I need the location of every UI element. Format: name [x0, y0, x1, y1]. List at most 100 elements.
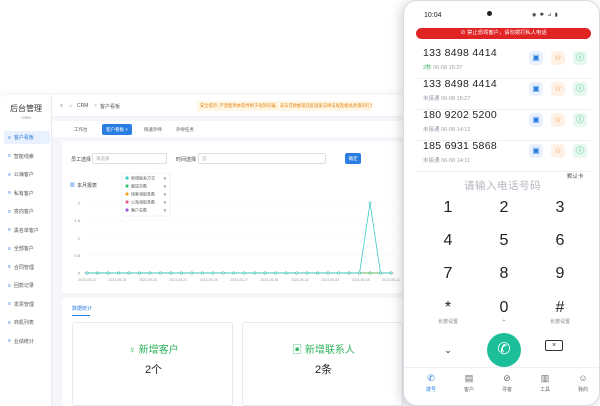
menu-icon: ≡	[8, 208, 11, 215]
home-icon[interactable]: ⌂	[69, 103, 72, 109]
dial-key[interactable]: 7	[428, 265, 468, 284]
time-label: 时间选择	[176, 157, 197, 163]
dial-key[interactable]: 3	[540, 199, 580, 218]
sidebar-item[interactable]: ≡ 客户看板	[4, 131, 50, 144]
dial-key[interactable]: * 长按设置	[428, 299, 468, 325]
data-point	[337, 271, 340, 275]
sms-icon[interactable]: ▣	[529, 113, 543, 127]
confirm-button[interactable]: 确定	[345, 153, 361, 164]
dial-key[interactable]: 5	[484, 232, 524, 251]
data-point	[169, 271, 173, 275]
call-button[interactable]: ✆	[487, 333, 521, 367]
legend-marker	[125, 192, 129, 196]
sidebar-item-label: 全部客户	[13, 246, 34, 252]
call-meta: 2秒 06-08 15:27	[423, 63, 462, 71]
sidebar-item[interactable]: ≡ 合同管理	[4, 261, 50, 274]
y-tick-label: 0	[78, 271, 81, 276]
stats-title: 数据统计	[72, 306, 93, 312]
info-icon[interactable]: ⓘ	[573, 82, 587, 96]
sidebar-item-label: 私有客户	[13, 190, 34, 197]
breadcrumb-separator: >	[94, 103, 97, 109]
data-point	[138, 271, 141, 275]
data-point	[127, 271, 131, 275]
dial-key[interactable]: 2	[484, 199, 524, 218]
menu-toggle-icon[interactable]: ≡	[60, 103, 63, 109]
legend-marker	[125, 176, 129, 180]
info-icon[interactable]: ⓘ	[573, 51, 587, 65]
dial-key-digit: 0	[499, 299, 509, 316]
dial-key-digit: #	[555, 299, 565, 316]
sidebar-item[interactable]: ≡ 意向客户	[4, 205, 50, 218]
sms-icon[interactable]: ▣	[529, 82, 543, 96]
data-point	[368, 271, 372, 275]
call-number: 180 9202 5200	[423, 109, 497, 121]
call-log-item[interactable]: 185 6931 5868 未接通 06-08 14:11 ▣ ☆ ⓘ	[416, 134, 591, 172]
bottom-nav-item[interactable]: ▥ 工具	[530, 373, 560, 393]
breadcrumb-crm[interactable]: CRM	[77, 103, 88, 109]
call-meta: 未接通 06-08 14:11	[423, 156, 470, 164]
info-icon[interactable]: ⓘ	[573, 113, 587, 127]
data-point	[242, 271, 246, 275]
dial-key-sub: +	[502, 318, 506, 324]
sidebar-item[interactable]: ≡ 黑名单客户	[4, 224, 50, 237]
sms-icon[interactable]: ▣	[529, 51, 543, 65]
staff-select[interactable]: 请选择	[92, 153, 167, 164]
warning-icon: ⊘	[460, 30, 466, 36]
sidebar-item[interactable]: ≡ 回款记录	[4, 279, 50, 292]
dial-key[interactable]: 0 +	[484, 299, 524, 324]
data-point	[389, 271, 393, 275]
tab-call-tasks[interactable]: 外呼任务	[172, 124, 198, 135]
bottom-nav-item[interactable]: ☺ 我的	[568, 373, 598, 393]
nav-icon: ✆	[427, 373, 435, 383]
sidebar-item[interactable]: ≡ 发票管理	[4, 298, 50, 311]
breadcrumb-current: 客户看板	[100, 104, 121, 110]
legend-label: 客户总数	[131, 207, 147, 213]
new-contacts-value: 2条	[314, 364, 333, 376]
menu-icon: ≡	[8, 319, 11, 326]
data-point	[221, 271, 225, 275]
dial-key[interactable]: 6	[540, 232, 580, 251]
menu-icon: ≡	[8, 171, 11, 178]
sidebar-item[interactable]: ≡ 业绩统计	[4, 335, 50, 348]
dial-key[interactable]: 9	[540, 265, 580, 284]
dial-key[interactable]: 1	[428, 199, 468, 218]
sidebar-item[interactable]: ≡ 私有客户	[4, 187, 50, 200]
menu-icon: ≡	[8, 245, 11, 252]
sidebar-item[interactable]: ≡ 全部客户	[4, 242, 50, 255]
call-date: 06-08 15:27	[441, 96, 471, 102]
status-time: 10:04	[424, 12, 442, 19]
sidebar-item[interactable]: ≡ 商机列表	[4, 316, 50, 329]
bottom-nav-item[interactable]: ⊘ 寻客	[492, 373, 522, 393]
sms-icon[interactable]: ▣	[529, 144, 543, 158]
favorite-star-icon[interactable]: ☆	[551, 144, 565, 158]
phone-number-input[interactable]: 请输入电话号码	[404, 178, 599, 193]
new-contacts-label: 新增联系人	[304, 345, 355, 356]
favorite-star-icon[interactable]: ☆	[551, 51, 565, 65]
time-range-picker[interactable]: 选	[198, 153, 326, 164]
info-icon[interactable]: ⓘ	[573, 144, 587, 158]
dial-key[interactable]: 8	[484, 265, 524, 284]
x-tick-label: 2023-06-05	[321, 278, 339, 282]
call-date: 06-08 14:13	[441, 127, 471, 133]
data-point	[200, 271, 204, 275]
bottom-nav-item[interactable]: ▤ 客户	[454, 373, 484, 393]
tab-quick-call[interactable]: 快速外呼	[140, 124, 166, 135]
tab-workbench[interactable]: 工作台	[70, 124, 92, 135]
dial-key-digit: 9	[555, 265, 565, 282]
favorite-star-icon[interactable]: ☆	[551, 113, 565, 127]
dial-key[interactable]: 4	[428, 232, 468, 251]
call-status: 未接通	[423, 127, 440, 133]
sidebar-item-label: 公海客户	[13, 172, 34, 178]
dial-key[interactable]: # 长按设置	[540, 299, 580, 325]
data-point	[295, 271, 299, 275]
menu-icon: ≡	[8, 301, 11, 307]
sidebar-item[interactable]: ≡ 公海客户	[4, 168, 50, 181]
menu-icon: ≡	[8, 264, 11, 270]
call-meta: 未接通 06-08 15:27	[423, 94, 470, 102]
favorite-star-icon[interactable]: ☆	[551, 82, 565, 96]
bottom-nav-item[interactable]: ✆ 拨号	[416, 373, 446, 393]
backspace-icon[interactable]: ×	[545, 340, 563, 351]
tab-customer-board[interactable]: 客户看板 ×	[102, 124, 132, 135]
collapse-keypad-icon[interactable]: ⌄	[431, 337, 465, 363]
sidebar-item[interactable]: ≡ 智能线索	[4, 150, 50, 163]
